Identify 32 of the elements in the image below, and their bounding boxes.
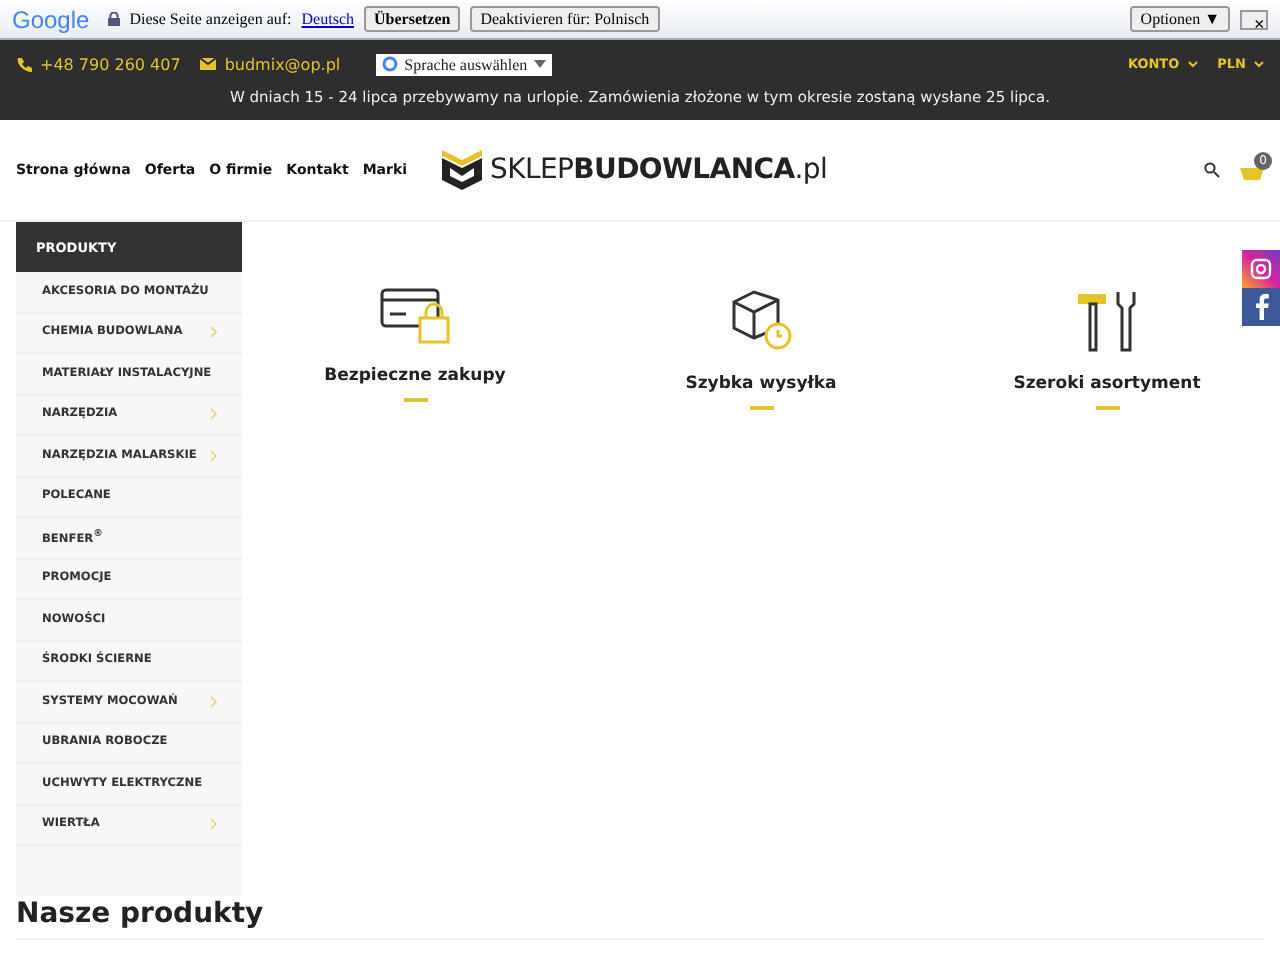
- feature-label: Szybka wysyłka: [685, 374, 837, 394]
- envelope-icon: [200, 58, 217, 70]
- hammer-wrench-icon: [1073, 286, 1141, 354]
- search-icon[interactable]: [1204, 162, 1220, 178]
- accent-line: [749, 406, 773, 410]
- disable-button[interactable]: Deaktivieren für: Polnisch: [470, 6, 660, 32]
- chevron-down-icon: [1254, 60, 1264, 68]
- google-g-icon: [382, 56, 399, 72]
- language-select[interactable]: Sprache auswählen: [376, 53, 552, 75]
- language-link[interactable]: Deutsch: [301, 10, 354, 28]
- phone-icon: [16, 56, 32, 72]
- translate-button[interactable]: Übersetzen: [364, 6, 461, 32]
- facebook-icon[interactable]: [1242, 288, 1280, 326]
- email-link[interactable]: budmix@op.pl: [224, 55, 341, 73]
- feature-label: Bezpieczne zakupy: [324, 366, 506, 386]
- google-logo: Google: [12, 5, 90, 33]
- logo-text[interactable]: SKLEPBUDOWLANCA.pl: [490, 154, 828, 186]
- feature-label: Szeroki asortyment: [1013, 374, 1201, 394]
- phone-number[interactable]: +48 790 260 407: [40, 55, 181, 73]
- card-lock-icon: [379, 286, 451, 346]
- options-button[interactable]: Optionen ▼: [1130, 6, 1230, 32]
- accent-line: [403, 398, 427, 402]
- translate-prompt: Diese Seite anzeigen auf:: [129, 10, 292, 28]
- box-clock-icon: [727, 286, 795, 354]
- chevron-down-icon: [1187, 60, 1198, 68]
- section-title: Nasze produkty: [16, 898, 264, 930]
- dropdown-arrow-icon: [533, 58, 546, 70]
- lock-icon: [107, 12, 120, 26]
- accent-line: [1095, 406, 1119, 410]
- close-button[interactable]: ×: [1240, 9, 1268, 29]
- instagram-icon[interactable]: [1242, 250, 1280, 288]
- logo-icon: [440, 150, 484, 190]
